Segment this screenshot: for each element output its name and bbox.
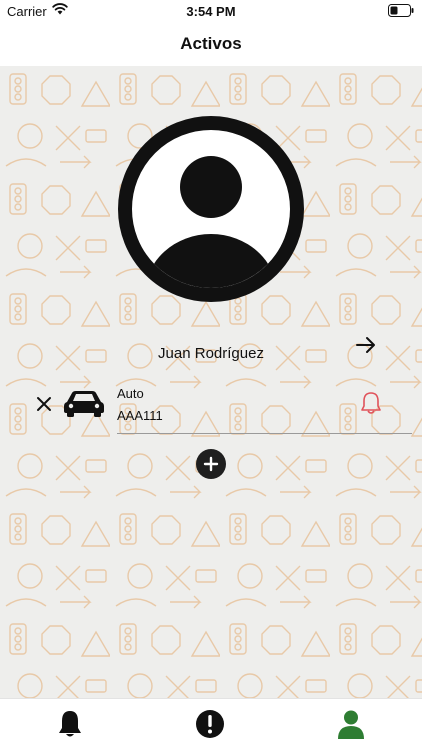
bell-icon [59, 711, 81, 737]
vehicle-plate: AAA111 [117, 408, 163, 423]
bell-icon[interactable] [360, 391, 382, 420]
row-divider [117, 433, 412, 434]
car-icon [63, 388, 105, 423]
page-title: Activos [180, 34, 242, 53]
arrow-right-icon[interactable] [355, 334, 377, 356]
exclamation-icon [196, 710, 224, 738]
tab-profile[interactable] [331, 709, 371, 741]
add-vehicle-button[interactable] [196, 449, 226, 479]
status-time: 3:54 PM [186, 4, 236, 19]
close-icon[interactable] [35, 395, 53, 413]
navigation-bar: Activos [0, 24, 422, 67]
vehicle-type: Auto [117, 386, 144, 401]
plus-icon [203, 456, 219, 472]
main-content: Juan Rodríguez Auto AAA111 [0, 66, 422, 698]
tab-alerts[interactable] [50, 709, 90, 741]
person-icon [338, 710, 364, 739]
tab-reports[interactable] [190, 709, 230, 741]
tab-bar [0, 698, 422, 751]
battery-icon [388, 4, 414, 20]
user-name: Juan Rodríguez [158, 345, 264, 362]
user-avatar-icon [116, 114, 306, 309]
status-bar: Carrier 3:54 PM [0, 0, 422, 24]
